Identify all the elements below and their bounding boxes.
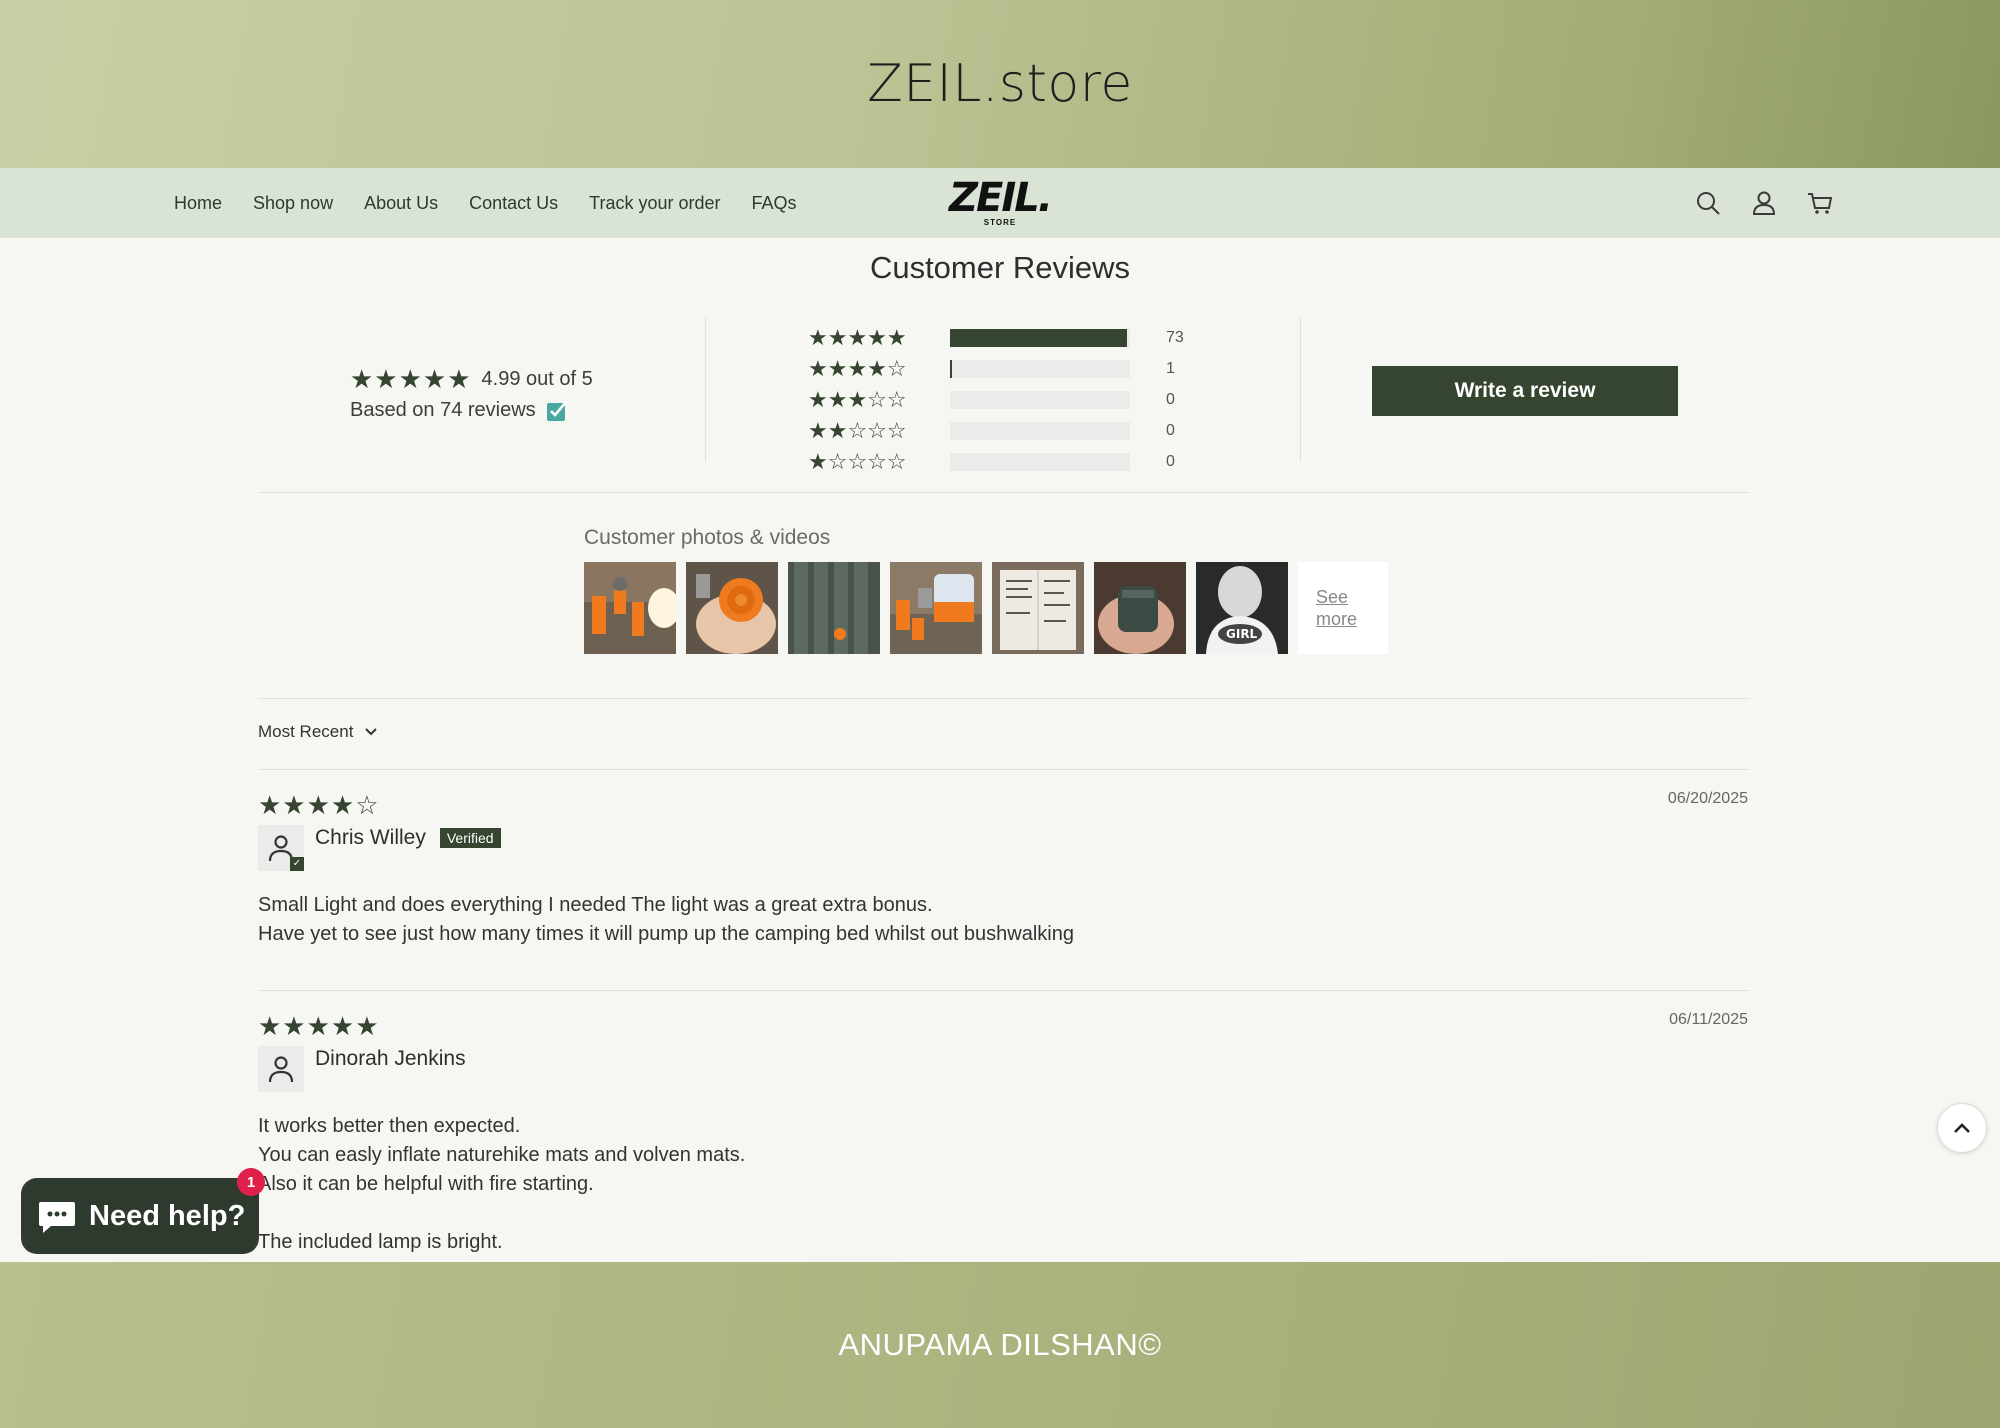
histogram-stars: ★★★★☆: [808, 355, 907, 381]
average-rating: ★★★★★ 4.99 out of 5 Based on 74 reviews: [350, 364, 593, 422]
avatar: [258, 1046, 304, 1092]
histogram-count: 0: [1166, 390, 1175, 408]
review-author: Dinorah Jenkins: [315, 1047, 466, 1070]
histogram-row[interactable]: ★★★★★ 73: [808, 322, 1184, 353]
section-divider: [258, 990, 1750, 991]
verified-check-icon: [546, 400, 567, 421]
summary-divider: [1300, 318, 1301, 462]
histogram-stars: ★★★★★: [808, 324, 907, 350]
scroll-to-top-button[interactable]: [1937, 1103, 1987, 1153]
photo-thumbnail[interactable]: [992, 562, 1084, 654]
photo-thumbnail[interactable]: [584, 562, 676, 654]
nav-link-faqs[interactable]: FAQs: [752, 193, 797, 214]
photo-thumbnail[interactable]: [1094, 562, 1186, 654]
nav-link-contact-us[interactable]: Contact Us: [469, 193, 558, 214]
nav-link-about-us[interactable]: About Us: [364, 193, 438, 214]
average-stars: ★★★★★: [350, 364, 472, 394]
review-stars: ★★★★☆: [258, 790, 380, 820]
chat-help-button[interactable]: Need help?: [21, 1178, 259, 1254]
section-divider: [258, 492, 1750, 493]
verified-badge: Verified: [439, 828, 501, 848]
nav-link-home[interactable]: Home: [174, 193, 222, 214]
photo-thumbnail[interactable]: [788, 562, 880, 654]
user-icon: [268, 1056, 294, 1083]
navbar: Home Shop now About Us Contact Us Track …: [0, 168, 2000, 238]
histogram-bar-fill: [950, 328, 1128, 347]
footer: ANUPAMA DILSHAN©: [0, 1262, 2000, 1428]
photo-thumbnail[interactable]: [686, 562, 778, 654]
cart-icon[interactable]: [1806, 189, 1834, 217]
photo-thumbnails: GIRL See more: [584, 562, 1388, 654]
nav-links: Home Shop now About Us Contact Us Track …: [174, 168, 797, 238]
histogram-row[interactable]: ★★☆☆☆ 0: [808, 415, 1184, 446]
chat-bubble-icon: [39, 1202, 75, 1233]
notification-badge: 1: [237, 1168, 265, 1196]
sort-label: Most Recent: [258, 722, 354, 741]
footer-text: ANUPAMA DILSHAN©: [838, 1327, 1162, 1362]
histogram-bar: [950, 328, 1130, 347]
store-title: ZEIL.store: [867, 54, 1133, 114]
photo-thumbnail[interactable]: GIRL: [1196, 562, 1288, 654]
write-review-button[interactable]: Write a review: [1372, 366, 1678, 416]
review-count-text: Based on 74 reviews: [350, 399, 536, 421]
review-body: It works better then expected. You can e…: [258, 1115, 746, 1253]
histogram-bar-fill: [950, 359, 952, 378]
histogram-row[interactable]: ★★★☆☆ 0: [808, 384, 1184, 415]
review-body: Small Light and does everything I needed…: [258, 894, 1074, 945]
rating-histogram: ★★★★★ 73 ★★★★☆ 1 ★★★☆☆ 0 ★★☆☆☆ 0 ★☆☆☆☆ 0: [808, 322, 1184, 477]
histogram-bar: [950, 452, 1130, 471]
average-text: 4.99 out of 5: [481, 368, 593, 390]
nav-link-shop-now[interactable]: Shop now: [253, 193, 333, 214]
section-divider: [258, 698, 1750, 699]
review-stars: ★★★★★: [258, 1011, 380, 1041]
summary-divider: [705, 318, 706, 462]
histogram-bar: [950, 390, 1130, 409]
reviews-title: Customer Reviews: [869, 250, 1131, 285]
nav-link-track-order[interactable]: Track your order: [589, 193, 720, 214]
account-icon[interactable]: [1750, 189, 1778, 217]
sort-dropdown[interactable]: Most Recent: [258, 722, 378, 742]
logo-wordmark: ZEIL.: [949, 175, 1053, 221]
histogram-row[interactable]: ★★★★☆ 1: [808, 353, 1184, 384]
top-banner: ZEIL.store: [0, 0, 2000, 168]
chat-help-label: Need help?: [89, 1199, 246, 1232]
histogram-stars: ★☆☆☆☆: [808, 448, 907, 474]
histogram-bar: [950, 359, 1130, 378]
histogram-count: 0: [1166, 452, 1175, 470]
store-logo[interactable]: ZEIL. STORE: [940, 178, 1060, 232]
header-icons: [1694, 168, 1834, 238]
verified-check-icon: ✓: [290, 857, 304, 871]
photos-title: Customer photos & videos: [584, 526, 831, 549]
histogram-count: 1: [1166, 359, 1175, 377]
chevron-down-icon: [365, 728, 378, 736]
histogram-count: 0: [1166, 421, 1175, 439]
histogram-bar: [950, 421, 1130, 440]
see-more-link[interactable]: See more: [1298, 562, 1388, 654]
svg-text:GIRL: GIRL: [1226, 627, 1258, 641]
section-divider: [258, 769, 1750, 770]
review-date: 06/11/2025: [1669, 1011, 1748, 1028]
review-author: Chris Willey: [315, 826, 426, 849]
review-item: ★★★★☆ 06/20/2025 ✓ Chris Willey Verified…: [258, 790, 1750, 949]
search-icon[interactable]: [1694, 189, 1722, 217]
photo-thumbnail[interactable]: [890, 562, 982, 654]
histogram-stars: ★★☆☆☆: [808, 417, 907, 443]
review-date: 06/20/2025: [1667, 790, 1748, 807]
histogram-stars: ★★★☆☆: [808, 386, 907, 412]
histogram-row[interactable]: ★☆☆☆☆ 0: [808, 446, 1184, 477]
chevron-up-icon: [1954, 1123, 1970, 1133]
avatar: ✓: [258, 825, 304, 871]
review-item: ★★★★★ 06/11/2025 Dinorah Jenkins It work…: [258, 1011, 1750, 1257]
histogram-count: 73: [1166, 328, 1184, 346]
